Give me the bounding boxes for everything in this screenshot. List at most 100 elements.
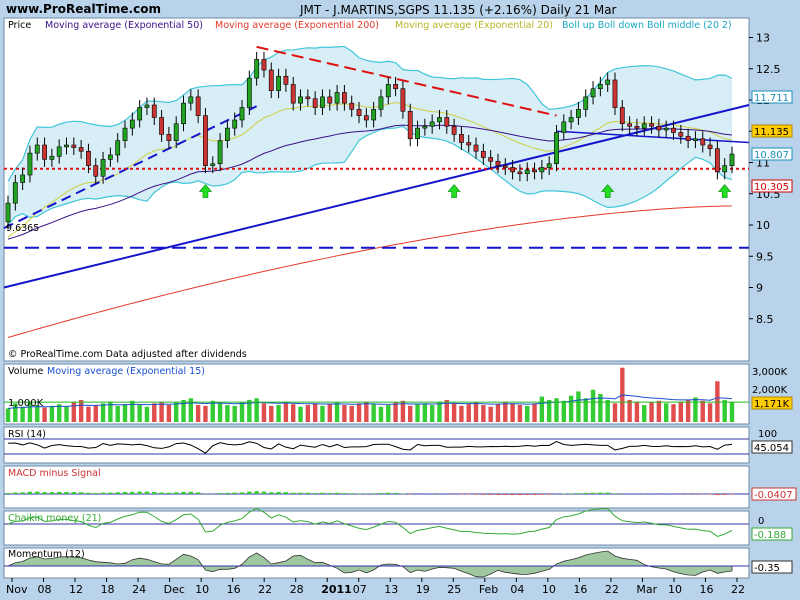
candle-body [422, 125, 428, 129]
macd-bar [49, 492, 55, 494]
candle-body [378, 96, 384, 110]
rsi-title: RSI (14) [8, 429, 46, 440]
vol-tick-3000: 3,000K [752, 367, 788, 378]
candle-body [122, 127, 128, 141]
volume-bar [20, 406, 25, 422]
volume-bar [415, 404, 420, 422]
svg-text:11.711: 11.711 [754, 93, 789, 104]
candle-body [327, 96, 333, 104]
x-axis-label: 07 [353, 583, 367, 596]
svg-text:45.054: 45.054 [754, 443, 789, 454]
badge-boll-down: 10.807 [751, 147, 793, 161]
macd-bar [181, 491, 186, 494]
volume-bar [408, 405, 413, 422]
candle-body [685, 135, 691, 141]
candle-body [495, 160, 501, 166]
volume-bar [605, 399, 610, 422]
volume-bar [122, 404, 128, 422]
macd-bar [320, 492, 325, 494]
candle-body [71, 144, 77, 148]
macd-bar [283, 492, 289, 494]
volume-bar [232, 405, 237, 422]
price-tick-label: 12.5 [756, 63, 781, 76]
macd-bar [386, 492, 391, 494]
volume-bar [93, 405, 98, 422]
candle-body [568, 117, 574, 123]
macd-bar [546, 494, 552, 495]
volume-bar [174, 402, 179, 422]
volume-bar [503, 401, 508, 422]
x-axis-label: 16 [699, 583, 713, 596]
chart-canvas[interactable]: Price Moving average (Exponential 50) Mo… [0, 0, 800, 600]
candle-body [254, 59, 260, 79]
candle-body [298, 96, 303, 104]
candle-body [649, 123, 654, 127]
x-axis-label: 10 [668, 583, 682, 596]
macd-bar [56, 491, 62, 494]
x-axis-label: 24 [132, 583, 146, 596]
volume-bar [627, 399, 632, 422]
macd-bar [612, 493, 618, 494]
macd-bar [93, 493, 98, 494]
macd-bar [305, 492, 311, 494]
candle-body [473, 144, 479, 152]
macd-bar [166, 492, 172, 494]
candle-body [707, 144, 713, 150]
macd-bar [115, 492, 120, 494]
price-tick-label: 8.5 [756, 313, 774, 326]
volume-bar [152, 403, 157, 422]
volume-bar [481, 405, 486, 422]
candle-body [64, 144, 69, 148]
volume-bar [386, 405, 391, 422]
macd-bar [495, 494, 501, 495]
candle-body [100, 159, 106, 177]
macd-bar [312, 493, 318, 494]
volume-bar [510, 403, 515, 422]
candle-body [502, 165, 508, 168]
candle-body [693, 138, 698, 141]
candle-body [437, 117, 442, 123]
macd-bar [20, 492, 25, 494]
candle-body [261, 59, 267, 71]
candle-body [415, 127, 420, 140]
x-axis-label: 22 [258, 583, 272, 596]
candle-body [166, 134, 172, 141]
candle-body [276, 75, 281, 91]
macd-bar [225, 492, 230, 494]
svg-text:10.807: 10.807 [754, 150, 789, 161]
macd-bar [35, 491, 40, 494]
candle-body [268, 69, 274, 91]
volume-bar [291, 404, 296, 422]
candle-body [27, 152, 33, 176]
candle-body [539, 167, 545, 173]
candle-body [634, 125, 640, 129]
candle-body [459, 134, 464, 143]
candle-body [722, 165, 728, 173]
candle-body [663, 127, 669, 131]
macd-bar [488, 494, 493, 495]
volume-bar [378, 406, 384, 422]
x-axis-label: 13 [384, 583, 398, 596]
candle-body [334, 92, 340, 104]
macd-bar [195, 492, 201, 494]
chaikin-tick: 0 [758, 516, 764, 527]
svg-text:10.305: 10.305 [754, 182, 789, 193]
candle-body [627, 123, 633, 127]
volume-bar [217, 403, 223, 422]
volume-bar [298, 406, 303, 422]
candle-body [12, 182, 18, 204]
candle-body [356, 109, 362, 116]
volume-bar [276, 405, 281, 422]
candle-body [5, 202, 11, 223]
candle-body [583, 96, 589, 110]
volume-bar [115, 405, 120, 422]
candle-body [678, 132, 684, 137]
volume-bar [634, 401, 640, 422]
volume-bar [539, 396, 545, 422]
macd-bar [144, 491, 150, 494]
macd-bar [378, 493, 384, 494]
level-label: 9.6365 [6, 223, 39, 234]
macd-bar [576, 493, 581, 494]
candle-body [246, 77, 252, 108]
volume-bar [663, 403, 669, 422]
